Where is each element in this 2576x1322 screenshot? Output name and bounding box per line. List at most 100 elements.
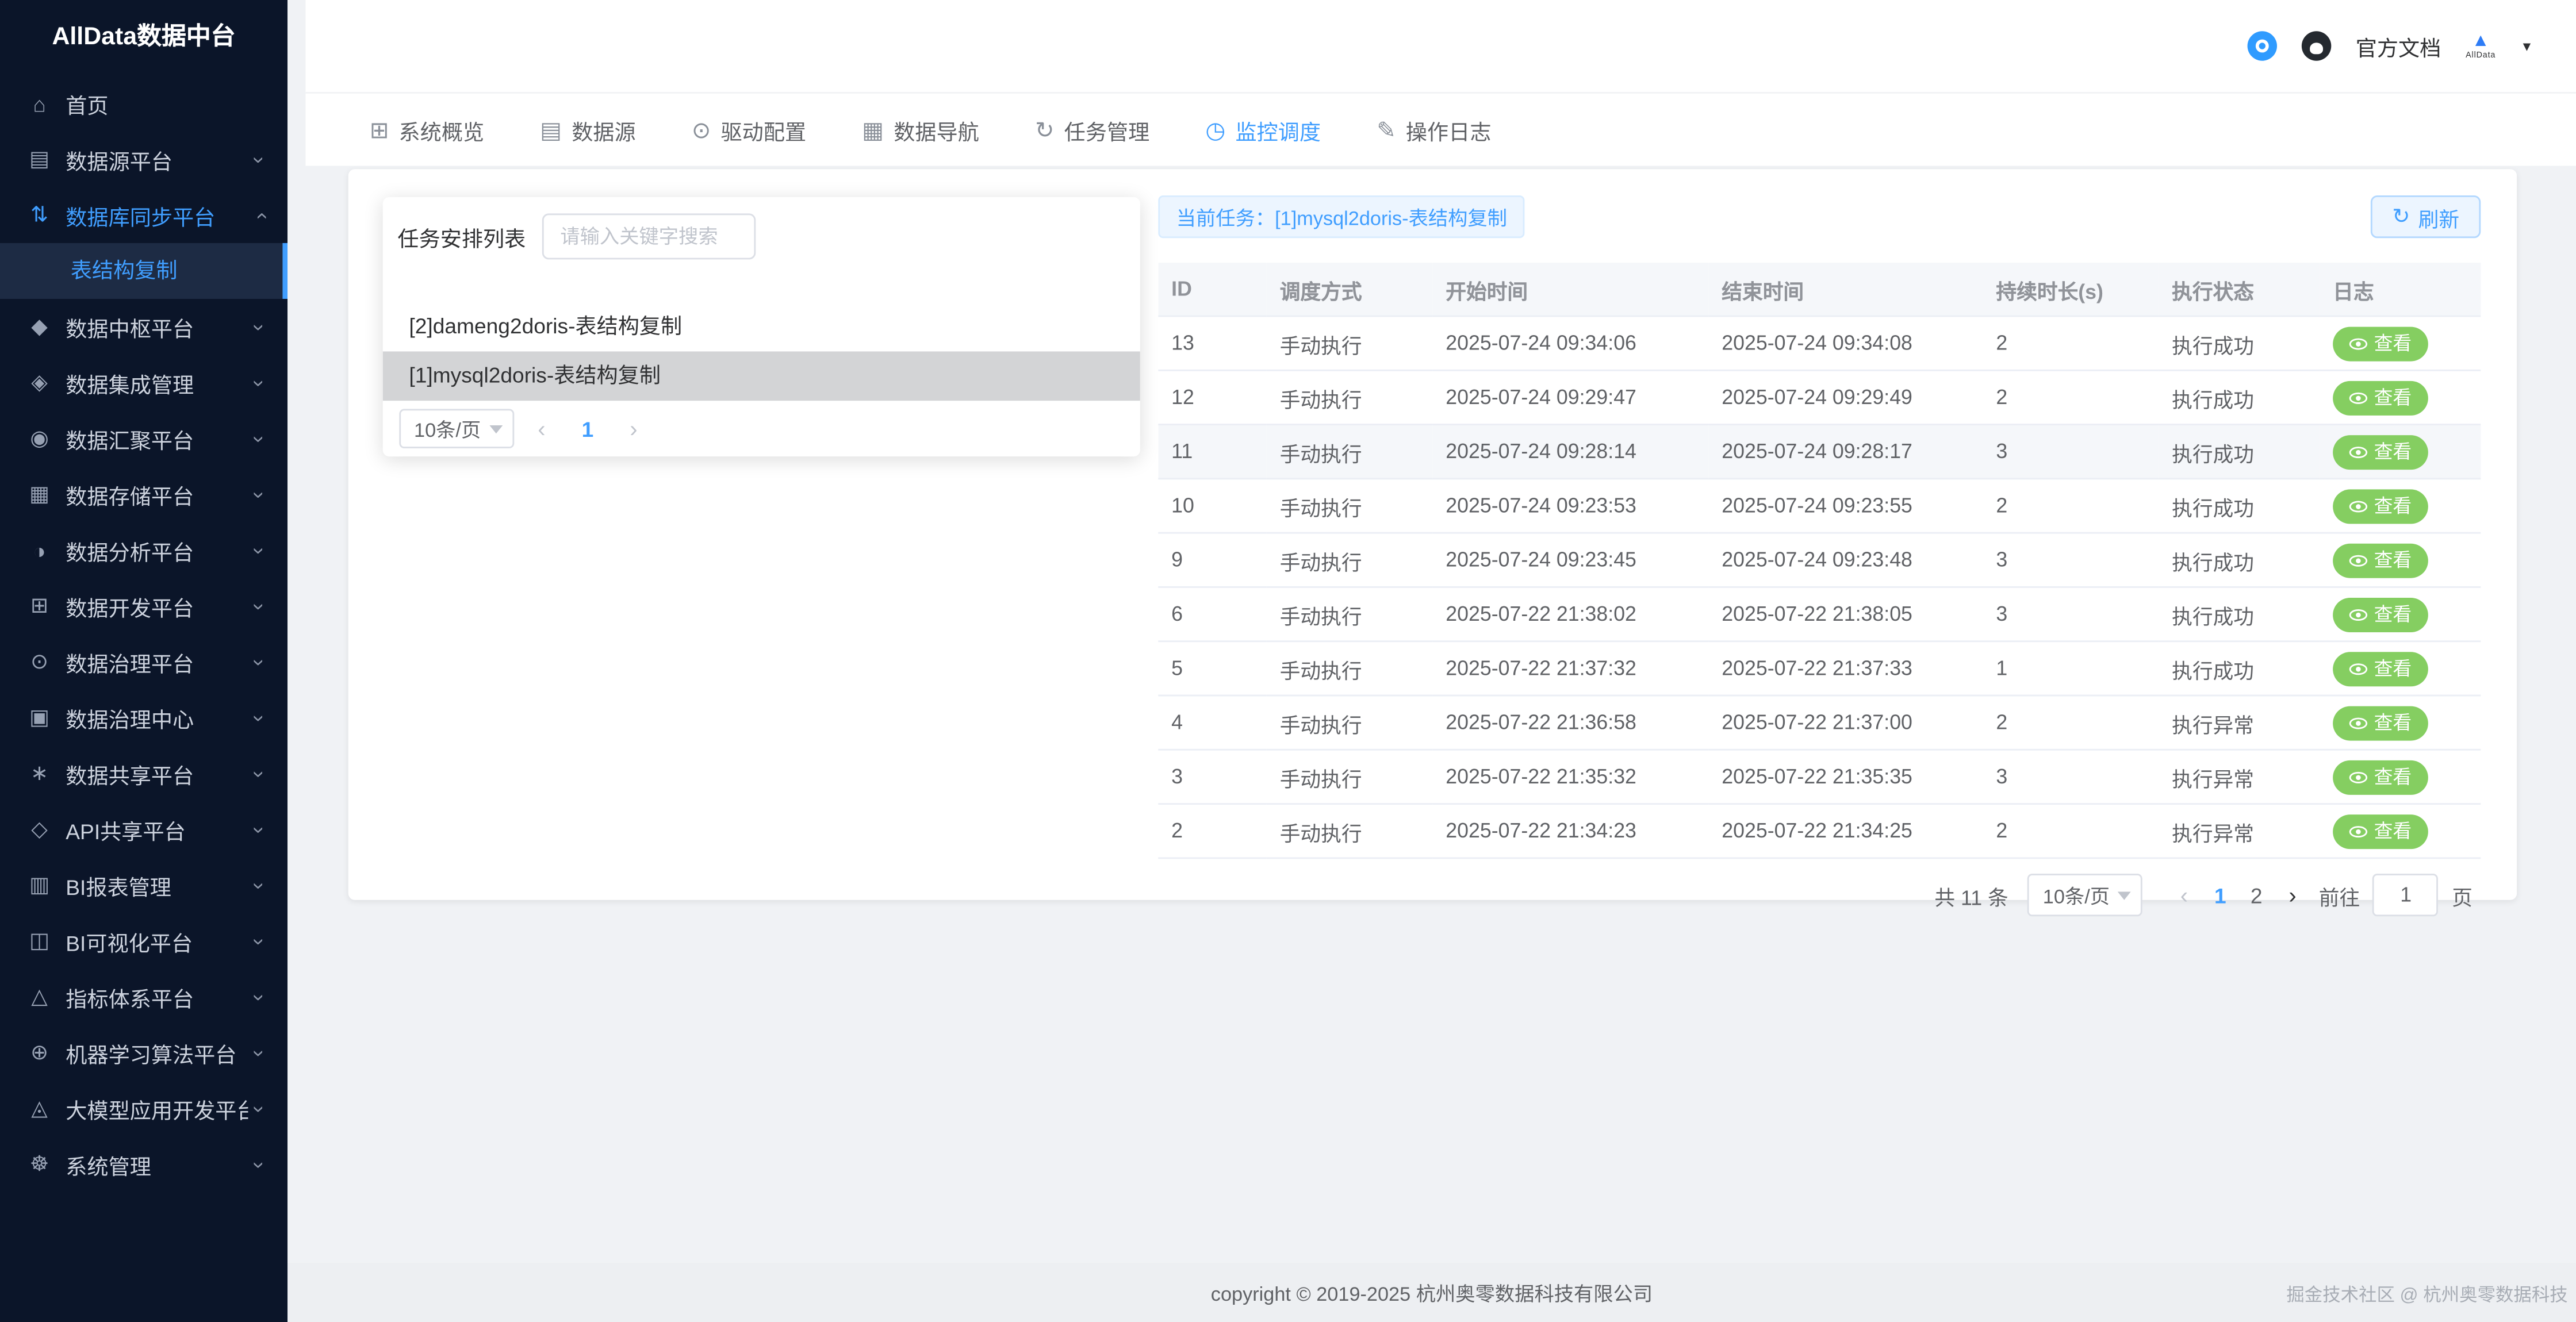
cell-log: 查看 [2320,804,2481,858]
view-log-button[interactable]: 查看 [2333,597,2428,632]
page-number[interactable]: 1 [2202,883,2238,908]
view-log-label: 查看 [2374,547,2412,573]
sidebar-item[interactable]: ⊙ 数据治理平台 [0,634,288,690]
tab[interactable]: ▤ 数据源 [540,114,635,145]
task-list: [2]dameng2doris-表结构复制 [1]mysql2doris-表结构… [383,302,1140,401]
database-icon: ▤ [26,146,53,172]
sidebar-group: ◑ 数据分析平台 [0,522,288,578]
view-log-button[interactable]: 查看 [2333,435,2428,469]
view-log-button[interactable]: 查看 [2333,543,2428,577]
sidebar-subitem[interactable]: 表结构复制 [0,243,288,299]
sidebar-item[interactable]: △ 指标体系平台 [0,969,288,1025]
task-list-item[interactable]: [1]mysql2doris-表结构复制 [383,351,1140,401]
chevron-down-icon [248,985,271,1009]
page-size-select[interactable]: 10条/页 [2028,874,2143,916]
sidebar-item[interactable]: ▤ 数据源平台 [0,132,288,187]
view-log-button[interactable]: 查看 [2333,759,2428,794]
goto-page-input[interactable] [2373,874,2439,916]
cell-duration: 2 [1983,695,2159,750]
cell-status: 执行成功 [2159,533,2320,587]
next-page-button[interactable] [616,416,652,442]
tab[interactable]: ◷ 监控调度 [1205,114,1321,145]
sidebar-item[interactable]: ◉ 数据汇聚平台 [0,410,288,466]
sidebar-item[interactable]: ◆ 数据中枢平台 [0,299,288,355]
prev-page-button[interactable] [524,416,560,442]
sidebar-item[interactable]: ☸ 系统管理 [0,1136,288,1192]
sidebar-item[interactable]: ◫ BI可视化平台 [0,913,288,969]
view-log-label: 查看 [2374,493,2412,519]
llm-platform-icon: ◬ [26,1096,53,1122]
prev-page-button[interactable] [2166,882,2202,908]
table-row[interactable]: 2 手动执行 2025-07-22 21:34:23 2025-07-22 21… [1158,804,2481,858]
sidebar-item[interactable]: ▥ BI报表管理 [0,857,288,913]
sidebar-item[interactable]: ⊞ 数据开发平台 [0,578,288,634]
tab[interactable]: ✎ 操作日志 [1377,114,1491,145]
official-docs-link[interactable]: 官方文档 [2356,30,2441,62]
table-row[interactable]: 9 手动执行 2025-07-24 09:23:45 2025-07-24 09… [1158,533,2481,587]
sidebar-item[interactable]: ⇅ 数据库同步平台 [0,187,288,243]
table-row[interactable]: 11 手动执行 2025-07-24 09:28:14 2025-07-24 0… [1158,425,2481,479]
tab[interactable]: ⊞ 系统概览 [370,114,484,145]
table-row[interactable]: 3 手动执行 2025-07-22 21:35:32 2025-07-22 21… [1158,750,2481,804]
view-log-button[interactable]: 查看 [2333,489,2428,523]
user-dropdown-caret-icon[interactable] [2520,39,2533,53]
task-list-item-label: [1]mysql2doris-表结构复制 [409,363,661,387]
page-size-select[interactable]: 10条/页 [399,409,513,448]
chevron-down-icon [248,1040,271,1065]
cell-log: 查看 [2320,425,2481,479]
sidebar-item[interactable]: ▦ 数据存储平台 [0,466,288,522]
cell-duration: 3 [1983,587,2159,641]
sidebar-item[interactable]: ◑ 数据分析平台 [0,522,288,578]
sidebar-item[interactable]: ▣ 数据治理中心 [0,690,288,745]
task-panel-header: 任务安排列表 [383,197,1140,260]
api-share-icon: ◇ [26,816,53,843]
cell-schedule-mode: 手动执行 [1267,750,1433,804]
task-list-item[interactable]: [2]dameng2doris-表结构复制 [383,302,1140,352]
sidebar-item[interactable]: ∗ 数据共享平台 [0,745,288,801]
cell-id: 5 [1158,641,1267,695]
tab-label: 操作日志 [1406,114,1492,145]
sidebar-group: ◫ BI可视化平台 [0,913,288,969]
table-row[interactable]: 4 手动执行 2025-07-22 21:36:58 2025-07-22 21… [1158,695,2481,750]
table-column-header: 开始时间 [1432,263,1708,316]
db-sync-icon: ⇅ [26,202,53,228]
next-page-button[interactable] [2275,882,2311,908]
table-header-row: ID 调度方式 开始时间 结束时间 持续时长(s) 执行状态 日志 [1158,263,2481,316]
table-row[interactable]: 13 手动执行 2025-07-24 09:34:06 2025-07-24 0… [1158,316,2481,370]
page-number[interactable]: 1 [570,416,606,441]
alldata-logo[interactable]: AllData [2466,32,2496,60]
tab[interactable]: ⊙ 驱动配置 [692,114,806,145]
table-row[interactable]: 10 手动执行 2025-07-24 09:23:53 2025-07-24 0… [1158,479,2481,533]
view-log-label: 查看 [2374,764,2412,790]
cell-start-time: 2025-07-24 09:23:45 [1432,533,1708,587]
sidebar-item[interactable]: ◈ 数据集成管理 [0,355,288,410]
sidebar-item[interactable]: ⊕ 机器学习算法平台 [0,1025,288,1081]
refresh-button[interactable]: 刷新 [2371,195,2481,238]
sidebar-item[interactable]: ◇ API共享平台 [0,801,288,857]
table-row[interactable]: 12 手动执行 2025-07-24 09:29:47 2025-07-24 0… [1158,370,2481,424]
sidebar-group: ⌂ 首页 [0,75,288,131]
task-search-input[interactable] [542,213,756,259]
page-size-value: 10条/页 [2043,881,2110,909]
community-logo-icon[interactable] [2247,31,2276,60]
sidebar-item-label: 首页 [66,88,248,119]
tab[interactable]: ↻ 任务管理 [1035,114,1149,145]
view-log-button[interactable]: 查看 [2333,380,2428,414]
tab[interactable]: ▦ 数据导航 [862,114,979,145]
sidebar-item[interactable]: ◬ 大模型应用开发平台 [0,1081,288,1136]
view-log-button[interactable]: 查看 [2333,814,2428,848]
tab-label: 任务管理 [1064,114,1150,145]
github-icon[interactable] [2301,31,2330,60]
data-governance-center-icon: ▣ [26,705,53,731]
page-number[interactable]: 2 [2238,883,2275,908]
table-row[interactable]: 6 手动执行 2025-07-22 21:38:02 2025-07-22 21… [1158,587,2481,641]
view-log-button[interactable]: 查看 [2333,651,2428,686]
datasource-icon: ▤ [540,116,562,144]
cell-log: 查看 [2320,750,2481,804]
sidebar-item[interactable]: ⌂ 首页 [0,75,288,131]
data-aggregation-icon: ◉ [26,425,53,452]
cell-start-time: 2025-07-24 09:34:06 [1432,316,1708,370]
view-log-button[interactable]: 查看 [2333,705,2428,740]
table-row[interactable]: 5 手动执行 2025-07-22 21:37:32 2025-07-22 21… [1158,641,2481,695]
view-log-button[interactable]: 查看 [2333,326,2428,360]
